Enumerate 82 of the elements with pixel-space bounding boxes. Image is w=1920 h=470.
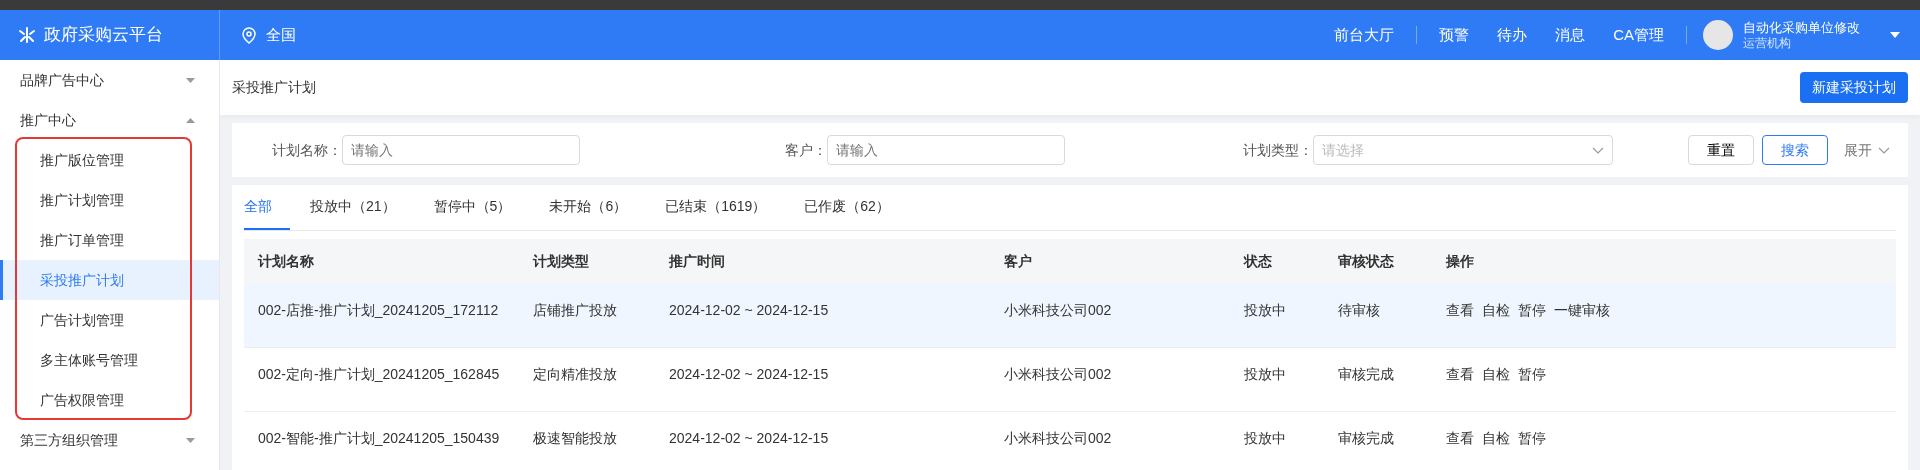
table-cell-text: 待审核 <box>1337 301 1381 320</box>
column-header: 计划名称 <box>256 252 315 271</box>
caret-icon[interactable] <box>186 77 195 83</box>
table-cell-text: 审核完成 <box>1337 365 1395 384</box>
table-cell-text: 2024-12-02 ~ 2024-12-15 <box>668 365 830 384</box>
action-link[interactable]: 暂停 <box>1518 428 1546 449</box>
sidebar-group[interactable]: 推广中心 <box>0 100 219 140</box>
table-cell-text: 002-智能-推广计划_20241205_150439 <box>257 429 501 448</box>
platform-title: 政府采购云平台 <box>44 24 163 47</box>
table-cell-text: 投放中 <box>1243 429 1287 448</box>
tab[interactable]: 已作废（62） <box>804 185 908 230</box>
table-cell-text: 2024-12-02 ~ 2024-12-15 <box>668 429 830 448</box>
new-plan-button[interactable]: 新建采投计划 <box>1800 72 1908 103</box>
nav-link-item[interactable]: 预警 <box>1425 23 1484 47</box>
column-header: 审核状态 <box>1337 252 1395 271</box>
action-link[interactable]: 一键审核 <box>1554 300 1610 321</box>
table-cell-text: 2024-12-02 ~ 2024-12-15 <box>668 301 830 320</box>
sidebar-group[interactable]: 第三方组织管理 <box>0 420 219 460</box>
table-cell-text: 投放中 <box>1243 301 1287 320</box>
action-link[interactable]: 自检 <box>1482 300 1510 321</box>
sidebar-group[interactable]: 品牌广告中心 <box>0 60 219 100</box>
column-header: 状态 <box>1242 252 1273 271</box>
tab[interactable]: 已结束（1619） <box>665 185 785 230</box>
action-link[interactable]: 暂停 <box>1518 364 1546 385</box>
tab[interactable]: 未开始（6） <box>549 185 646 230</box>
sidebar-item[interactable]: 多主体账号管理 <box>0 340 219 380</box>
tab[interactable]: 全部 <box>244 185 290 230</box>
reset-button[interactable]: 重置 <box>1688 135 1754 165</box>
page-title: 采投推广计划 <box>232 78 316 97</box>
table-cell-text: 定向精准投放 <box>532 365 618 384</box>
table-cell-text: 投放中 <box>1243 365 1287 384</box>
user-name[interactable]: 自动化采购单位修改 <box>1743 20 1860 36</box>
action-link[interactable]: 自检 <box>1482 364 1510 385</box>
nav-link-item[interactable]: CA管理 <box>1599 23 1678 47</box>
location-pin-icon <box>242 26 256 44</box>
table-cell-text: 002-店推-推广计划_20241205_172112 <box>257 301 500 320</box>
caret-icon[interactable] <box>186 117 195 123</box>
caret-icon[interactable] <box>186 437 195 443</box>
table-row[interactable]: 002-店推-推广计划_20241205_172112 店铺推广投放 2024-12-02 ~ 2024-12-15 小米科技公司002 投放中 待审核 查看 自检 暂停 一键审核 <box>244 284 1896 348</box>
column-header: 客户 <box>1003 252 1033 271</box>
action-link[interactable]: 查看 <box>1446 300 1474 321</box>
table-cell-text: 小米科技公司002 <box>1003 365 1113 384</box>
action-link[interactable]: 查看 <box>1446 428 1474 449</box>
column-header: 计划类型 <box>531 252 590 271</box>
input-field[interactable]: 请输入 <box>342 135 580 165</box>
sidebar-item[interactable]: 推广版位管理 <box>0 140 219 180</box>
caret-icon[interactable] <box>1890 32 1900 38</box>
table-row[interactable]: 002-定向-推广计划_20241205_162845 定向精准投放 2024-12-02 ~ 2024-12-15 小米科技公司002 投放中 审核完成 查看 自检 暂停 <box>244 348 1896 412</box>
search-button[interactable]: 搜索 <box>1762 135 1828 165</box>
action-link[interactable]: 自检 <box>1482 428 1510 449</box>
expand-link[interactable]: 展开 <box>1844 139 1872 161</box>
table-cell-text: 店铺推广投放 <box>532 301 618 320</box>
nav-link-item[interactable]: 待办 <box>1483 23 1542 47</box>
user-role: 运营机构 <box>1743 35 1792 50</box>
column-header: 推广时间 <box>668 252 726 271</box>
action-link[interactable]: 暂停 <box>1518 300 1546 321</box>
action-link[interactable]: 查看 <box>1446 364 1474 385</box>
chevron-down-icon[interactable] <box>1878 146 1890 154</box>
sidebar-item[interactable]: 采投推广计划 <box>0 260 219 300</box>
table-cell-text: 极速智能投放 <box>532 429 618 448</box>
region-selector[interactable]: 全国 <box>266 23 296 47</box>
field-label: 客户： <box>784 140 828 160</box>
input-field[interactable]: 请输入 <box>827 135 1066 165</box>
column-header: 操作 <box>1445 252 1475 271</box>
field-label: 计划名称： <box>271 140 342 160</box>
sidebar-item[interactable]: 推广计划管理 <box>0 180 219 220</box>
logo-icon <box>18 26 36 44</box>
table-cell-text: 小米科技公司002 <box>1003 429 1113 448</box>
table-cell-text: 小米科技公司002 <box>1003 301 1113 320</box>
tab[interactable]: 投放中（21） <box>310 185 414 230</box>
nav-link-item[interactable]: 前台大厅 <box>1320 23 1409 47</box>
chevron-down-icon[interactable] <box>1591 146 1604 154</box>
field-label: 计划类型： <box>1241 140 1313 160</box>
sidebar-item[interactable]: 推广订单管理 <box>0 220 219 260</box>
table-cell-text: 002-定向-推广计划_20241205_162845 <box>257 365 501 384</box>
sidebar-item[interactable]: 广告权限管理 <box>0 380 219 420</box>
table-row[interactable]: 002-智能-推广计划_20241205_150439 极速智能投放 2024-12-02 ~ 2024-12-15 小米科技公司002 投放中 审核完成 查看 自检 暂停 <box>244 412 1896 470</box>
sidebar-item[interactable]: 广告计划管理 <box>0 300 219 340</box>
table-cell-text: 审核完成 <box>1337 429 1395 448</box>
tab[interactable]: 暂停中（5） <box>433 185 530 230</box>
nav-link-item[interactable]: 消息 <box>1541 23 1600 47</box>
avatar-icon[interactable] <box>1703 20 1733 50</box>
